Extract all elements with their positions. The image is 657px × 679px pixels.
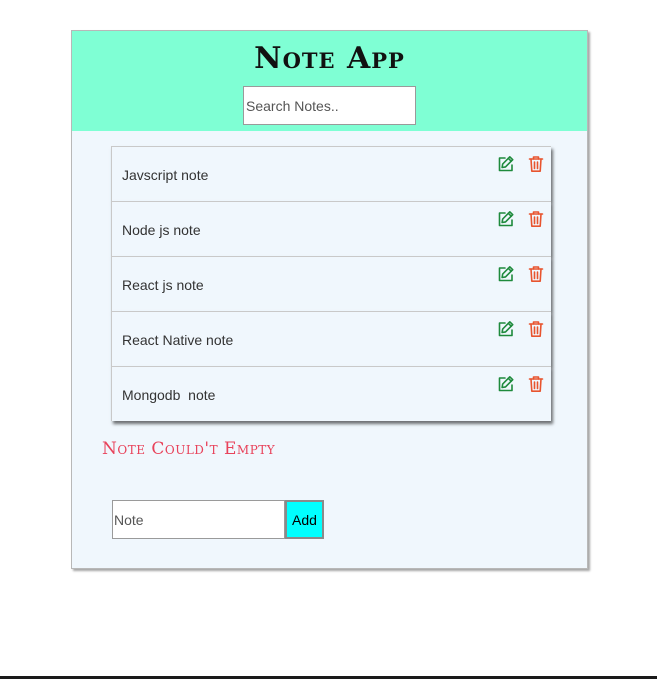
trash-icon[interactable] (527, 155, 545, 173)
note-input[interactable] (112, 500, 285, 539)
app-header: Note App (72, 31, 587, 131)
error-message: Note Could't Empty (102, 439, 276, 459)
note-text: Javscript note (122, 167, 209, 183)
edit-icon[interactable] (497, 210, 515, 228)
note-item: React Native note (111, 311, 551, 366)
app-title: Note App (254, 41, 405, 76)
add-note-form: Add (112, 500, 324, 539)
note-item: React js note (111, 256, 551, 311)
notes-list: Javscript note Node js note React js not… (111, 146, 551, 421)
note-item: Javscript note (111, 146, 551, 201)
note-app-card: Note App Javscript note (71, 30, 588, 569)
note-text: React js note (122, 277, 204, 293)
edit-icon[interactable] (497, 155, 515, 173)
note-actions (497, 210, 545, 228)
note-text: React Native note (122, 332, 234, 348)
note-item: Node js note (111, 201, 551, 256)
trash-icon[interactable] (527, 320, 545, 338)
note-item: Mongodb note (111, 366, 551, 421)
edit-icon[interactable] (497, 375, 515, 393)
add-button[interactable]: Add (285, 500, 324, 539)
note-text: Mongodb note (122, 387, 216, 403)
note-actions (497, 265, 545, 283)
note-actions (497, 155, 545, 173)
trash-icon[interactable] (527, 375, 545, 393)
edit-icon[interactable] (497, 320, 515, 338)
edit-icon[interactable] (497, 265, 515, 283)
search-input[interactable] (243, 86, 416, 125)
note-text: Node js note (122, 222, 201, 238)
note-actions (497, 375, 545, 393)
trash-icon[interactable] (527, 265, 545, 283)
trash-icon[interactable] (527, 210, 545, 228)
note-actions (497, 320, 545, 338)
